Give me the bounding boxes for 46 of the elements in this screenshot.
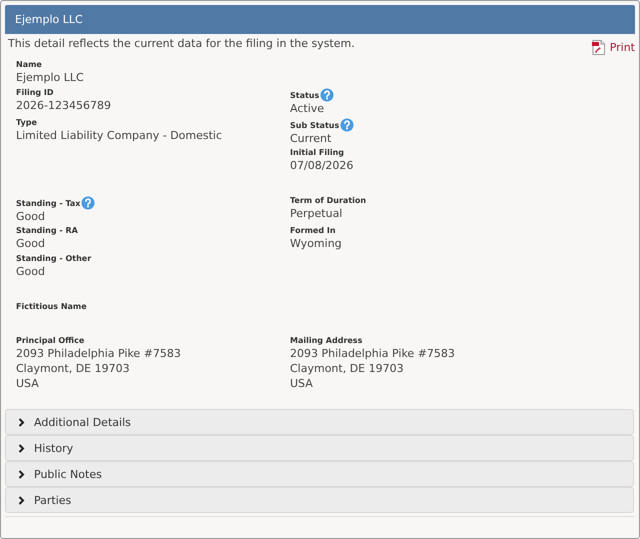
field-value: Claymont, DE 19703 [16, 361, 131, 376]
chevron-right-icon [18, 418, 25, 426]
help-icon[interactable] [320, 88, 334, 102]
field-value: Claymont, DE 19703 [290, 361, 405, 376]
intro-text: This detail reflects the current data for the filing in the system. [8, 37, 355, 50]
field-label: Filing ID [16, 88, 54, 98]
field-value: Active [290, 101, 326, 116]
field-value: 2026-123456789 [16, 98, 112, 113]
field-label: Mailing Address [290, 336, 362, 346]
field-value: Good [16, 209, 46, 224]
field-label: Term of Duration [290, 196, 366, 206]
field-label: Standing - RA [16, 226, 78, 236]
field-label: Standing - Other [16, 254, 92, 264]
panel-header: Ejemplo LLC [5, 5, 635, 34]
field-value: Current [290, 131, 332, 146]
field-label: Type [16, 118, 37, 128]
field-label: Status [290, 91, 320, 101]
chevron-right-icon [18, 496, 25, 504]
field-label: Initial Filing [290, 148, 344, 158]
accordion-header[interactable]: Parties [5, 487, 634, 513]
field-value: Ejemplo LLC [16, 70, 85, 85]
field-value: USA [290, 376, 314, 391]
field-value: USA [16, 376, 40, 391]
chevron-right-icon [18, 470, 25, 478]
help-icon[interactable] [340, 118, 354, 132]
field-value: 2093 Philadelphia Pike #7583 [16, 346, 182, 361]
field-value: Wyoming [290, 236, 343, 251]
accordion-header[interactable]: History [5, 435, 634, 461]
field-value: Good [16, 264, 46, 279]
pdf-file-icon [592, 40, 605, 55]
field-label: Standing - Tax [16, 199, 80, 209]
field-label: Name [16, 60, 42, 70]
accordion-header[interactable]: Additional Details [5, 409, 634, 435]
field-value: Limited Liability Company - Domestic [16, 128, 224, 143]
accordion-header[interactable]: Public Notes [5, 461, 634, 487]
print-link[interactable]: Print [592, 40, 635, 55]
chevron-right-icon [18, 444, 25, 452]
field-label: Sub Status [290, 121, 340, 131]
field-label: Formed In [290, 226, 336, 236]
field-value: 2093 Philadelphia Pike #7583 [290, 346, 456, 361]
field-value: 07/08/2026 [290, 158, 354, 173]
field-value: Good [16, 236, 46, 251]
field-label: Principal Office [16, 336, 84, 346]
help-icon[interactable] [81, 196, 96, 210]
field-label: Fictitious Name [16, 302, 87, 312]
field-value: Perpetual [290, 206, 344, 221]
